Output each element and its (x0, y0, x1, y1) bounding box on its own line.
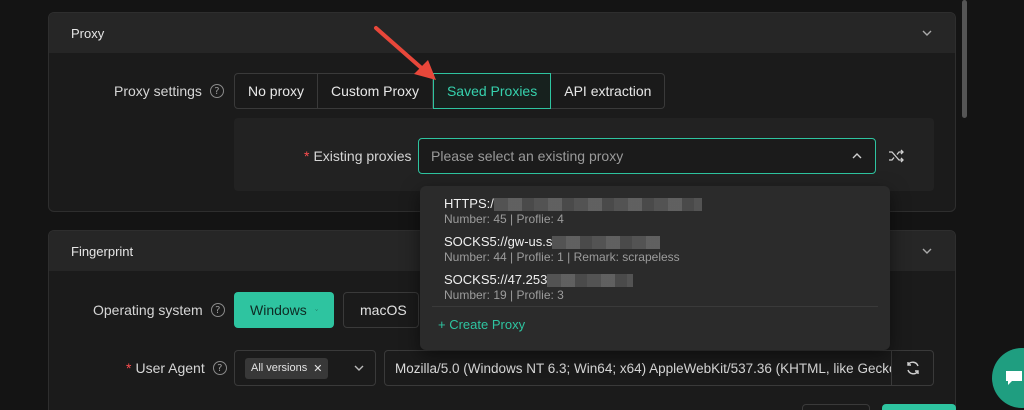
ua-version-tag-label: All versions (251, 362, 308, 374)
annotation-arrow (374, 26, 436, 80)
chevron-down-icon[interactable] (921, 27, 933, 39)
proxy-option-meta: Number: 44 | Proflie: 1 | Remark: scrape… (444, 250, 680, 265)
chevron-down-icon (315, 309, 318, 311)
chevron-down-icon[interactable] (921, 245, 933, 257)
proxy-option-meta: Number: 45 | Proflie: 4 (444, 212, 564, 227)
user-agent-label: * User Agent ? (126, 360, 227, 376)
os-label-text: Operating system (93, 302, 203, 318)
help-icon[interactable]: ? (209, 84, 224, 98)
proxy-panel-header[interactable]: Proxy (49, 13, 955, 53)
tab-api-extraction[interactable]: API extraction (551, 73, 666, 109)
select-placeholder: Please select an existing proxy (431, 148, 624, 164)
list-item[interactable]: SOCKS5://47.253 Number: 19 | Proflie: 3 (444, 272, 634, 303)
bottom-dark-button[interactable] (802, 404, 870, 410)
existing-proxies-label: * Existing proxies (304, 148, 412, 164)
os-macos-label: macOS (360, 302, 407, 318)
chat-icon (1006, 371, 1022, 385)
proxy-option-address: SOCKS5://47.253 (444, 272, 548, 287)
proxy-settings-label: Proxy settings ? (114, 83, 224, 99)
shuffle-icon[interactable] (888, 148, 904, 164)
bottom-green-button[interactable] (882, 404, 956, 410)
list-item[interactable]: SOCKS5://gw-us.s Number: 44 | Proflie: 1… (444, 234, 680, 264)
proxy-option-meta: Number: 19 | Proflie: 3 (444, 288, 564, 303)
os-macos-button[interactable]: macOS (343, 292, 419, 328)
chevron-down-icon (354, 365, 364, 371)
help-icon[interactable]: ? (210, 303, 225, 317)
proxy-panel-title: Proxy (71, 25, 105, 41)
tab-no-proxy[interactable]: No proxy (234, 73, 319, 109)
proxy-mode-tabs: No proxy Custom Proxy Saved Proxies API … (234, 73, 666, 109)
tab-saved-proxies[interactable]: Saved Proxies (432, 73, 552, 109)
redacted-region (493, 198, 702, 212)
proxy-dropdown: HTTPS:/ Number: 45 | Proflie: 4 SOCKS5:/… (420, 186, 890, 350)
redacted-region (552, 236, 661, 250)
proxy-option-address: HTTPS:/ (444, 196, 494, 211)
redacted-region (547, 274, 634, 288)
chat-widget-button[interactable] (992, 348, 1024, 408)
existing-proxies-text: Existing proxies (313, 148, 412, 164)
existing-proxy-select[interactable]: Please select an existing proxy (418, 138, 876, 174)
ua-refresh-button[interactable] (891, 350, 934, 386)
proxy-option-address: SOCKS5://gw-us.s (444, 234, 553, 249)
list-item[interactable]: HTTPS:/ Number: 45 | Proflie: 4 (444, 196, 702, 226)
ua-version-select[interactable]: All versions ✕ (234, 350, 376, 386)
close-icon[interactable]: ✕ (313, 362, 322, 375)
os-windows-label: Windows (250, 302, 307, 318)
refresh-icon (906, 361, 919, 375)
scrollbar[interactable] (962, 0, 967, 118)
proxy-settings-text: Proxy settings (114, 83, 202, 99)
create-proxy-button[interactable]: + Create Proxy (438, 317, 525, 332)
fingerprint-panel-title: Fingerprint (71, 243, 134, 259)
ua-version-tag: All versions ✕ (245, 357, 329, 379)
ua-input-value: Mozilla/5.0 (Windows NT 6.3; Win64; x64)… (395, 360, 892, 376)
ua-input[interactable]: Mozilla/5.0 (Windows NT 6.3; Win64; x64)… (384, 350, 892, 386)
os-label: Operating system ? (93, 302, 225, 318)
os-windows-button[interactable]: Windows (234, 292, 334, 328)
user-agent-text: User Agent (135, 360, 205, 376)
divider (432, 306, 878, 307)
help-icon[interactable]: ? (212, 361, 227, 375)
chevron-up-icon (852, 153, 862, 159)
